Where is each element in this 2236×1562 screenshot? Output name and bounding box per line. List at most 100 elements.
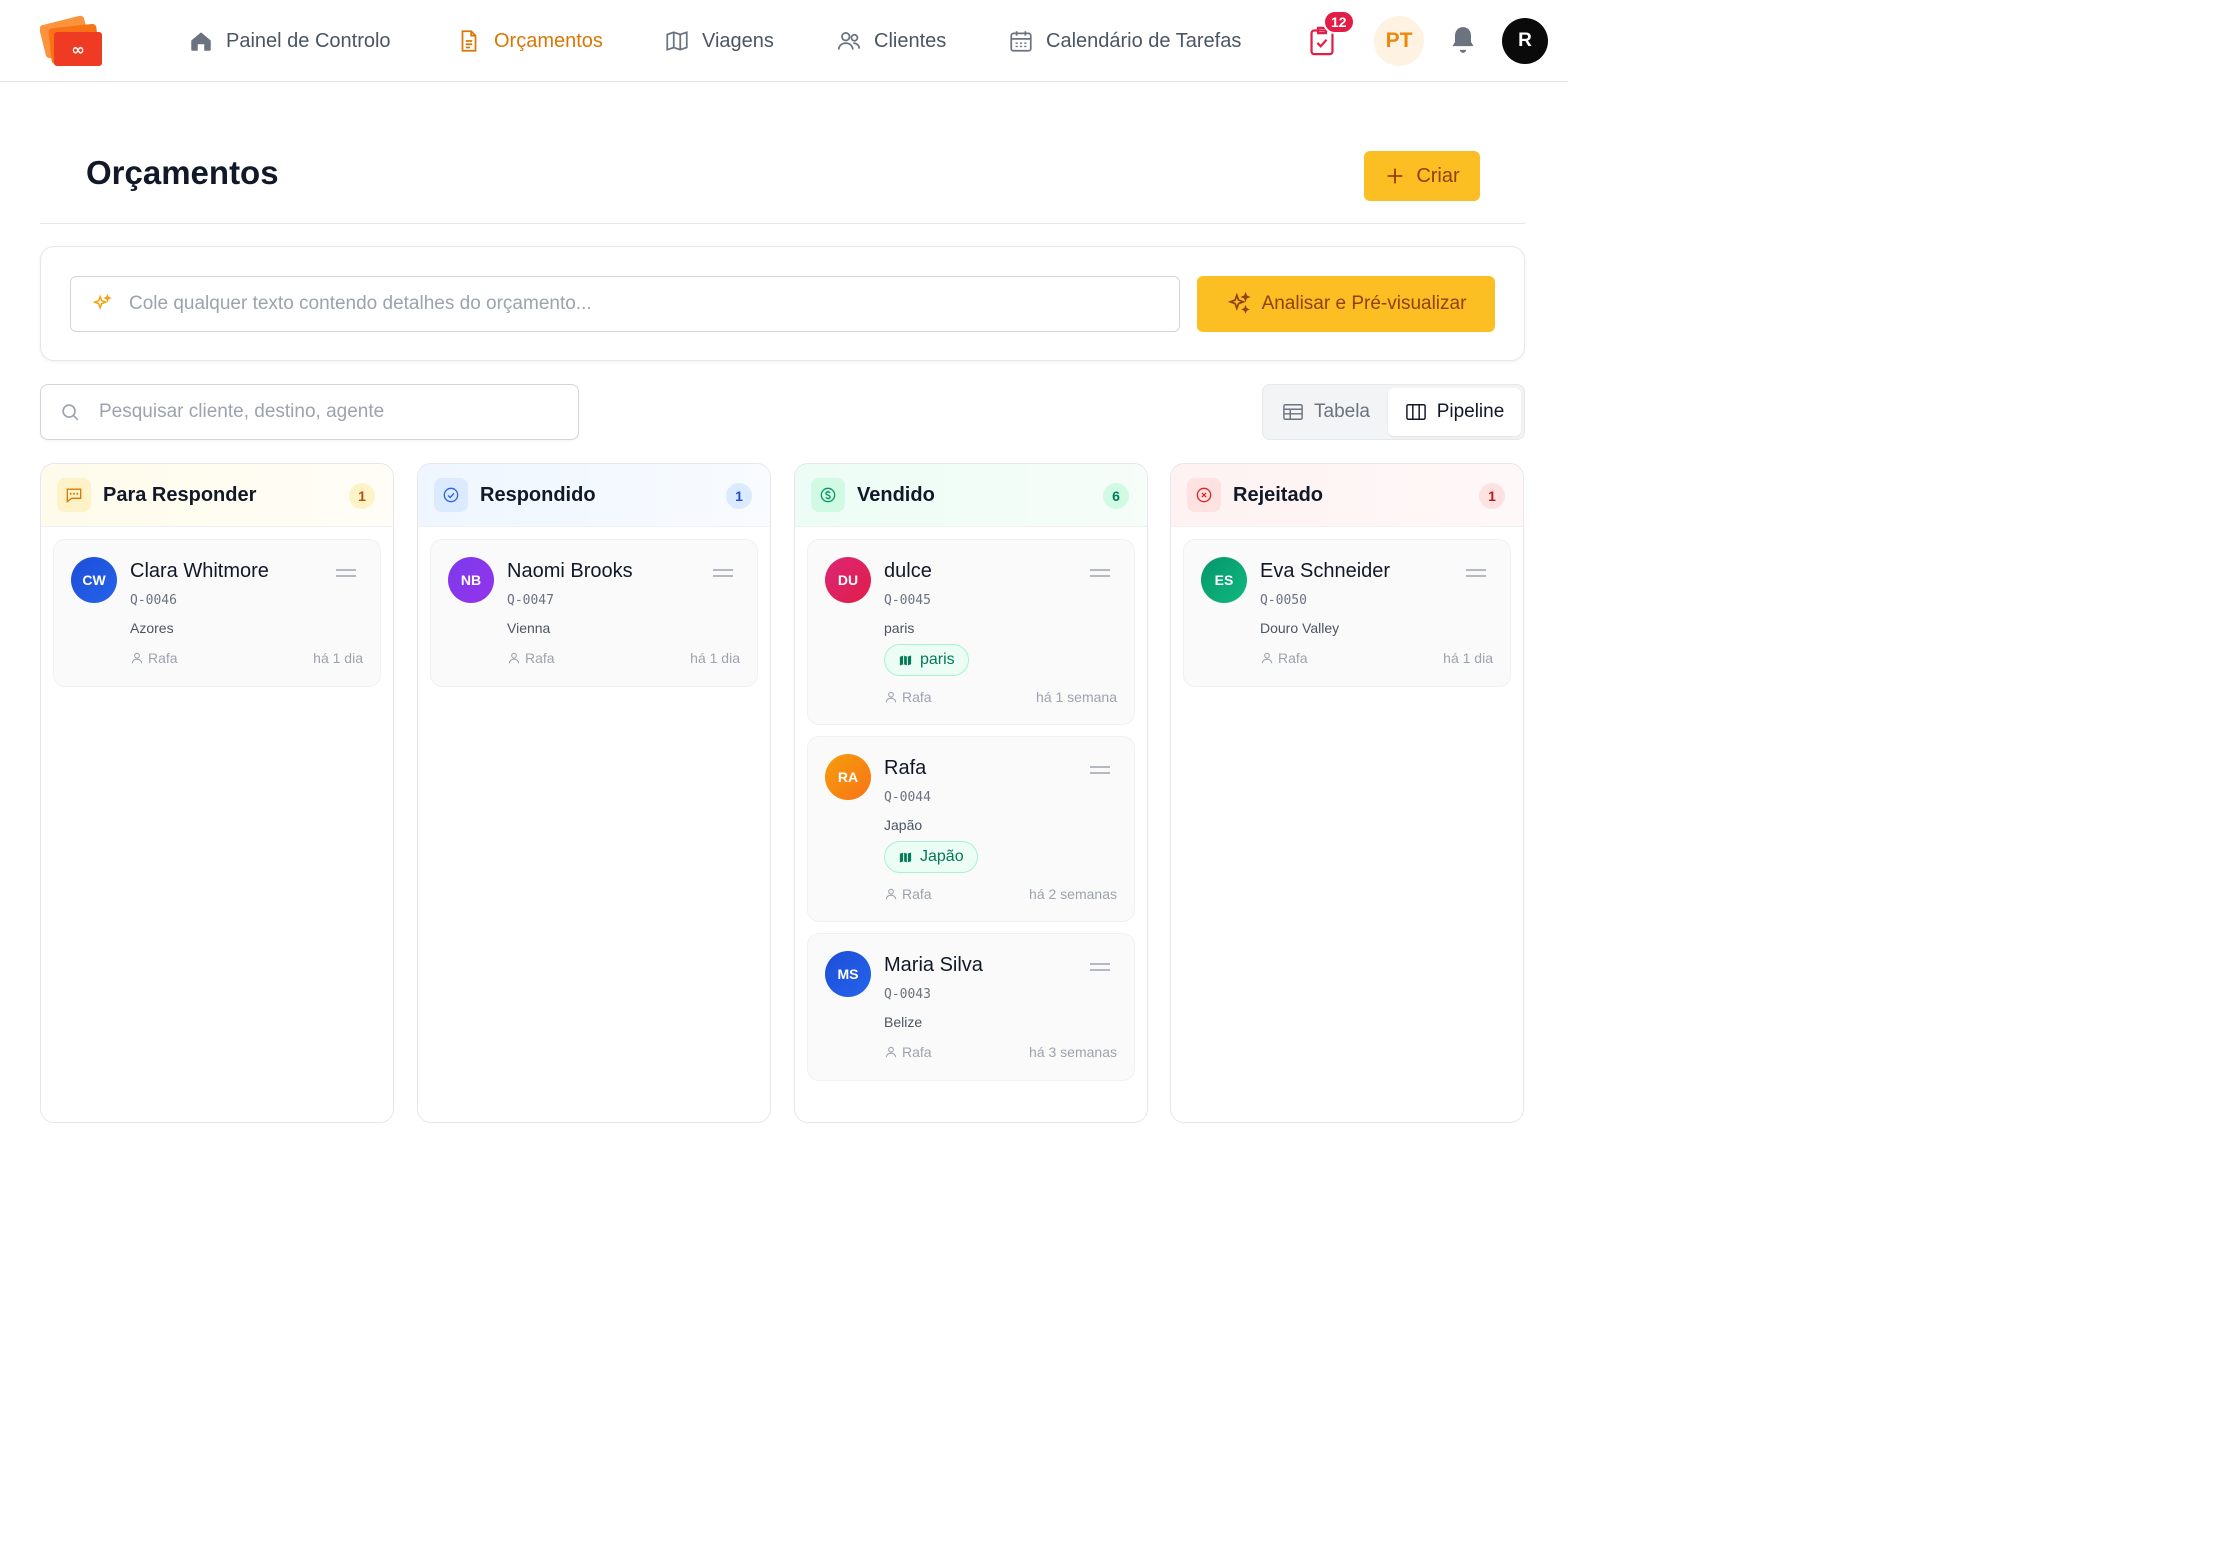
- view-table-label: Tabela: [1314, 401, 1370, 422]
- quote-id: Q-0045: [884, 593, 931, 608]
- column-header: Rejeitado 1: [1171, 464, 1523, 527]
- avatar: DU: [825, 557, 871, 603]
- user-icon: [131, 652, 143, 664]
- agent: Rafa: [884, 1044, 932, 1060]
- nav-trips[interactable]: Viagens: [664, 24, 774, 58]
- drag-handle-icon[interactable]: [1090, 765, 1110, 775]
- agent-name: Rafa: [902, 886, 932, 902]
- nav-dashboard[interactable]: Painel de Controlo: [188, 24, 391, 58]
- view-table-button[interactable]: Tabela: [1266, 388, 1386, 436]
- map-icon: [666, 31, 688, 51]
- pipeline-column-rejected: Rejeitado 1 ES Eva Schneider Q-0050 Dour…: [1170, 463, 1524, 1123]
- quote-id: Q-0047: [507, 593, 554, 608]
- analyze-preview-label: Analisar e Pré-visualizar: [1261, 293, 1467, 314]
- nav-dashboard-label: Painel de Controlo: [226, 29, 391, 52]
- table-icon: [1283, 404, 1303, 420]
- view-pipeline-label: Pipeline: [1436, 401, 1505, 422]
- nav-trips-label: Viagens: [702, 29, 774, 52]
- drag-handle-icon[interactable]: [713, 568, 733, 578]
- user-icon: [1261, 652, 1273, 664]
- destination: Japão: [884, 817, 923, 833]
- drag-handle-icon[interactable]: [336, 568, 356, 578]
- quote-card[interactable]: NB Naomi Brooks Q-0047 Vienna Rafa há 1 …: [430, 539, 758, 687]
- search-placeholder: Pesquisar cliente, destino, agente: [99, 401, 385, 422]
- avatar: CW: [71, 557, 117, 603]
- agent-name: Rafa: [902, 689, 932, 705]
- agent: Rafa: [130, 650, 178, 666]
- user-avatar[interactable]: R: [1502, 18, 1548, 64]
- tasks-count-badge: 12: [1323, 10, 1355, 34]
- column-count: 1: [726, 483, 752, 509]
- drag-handle-icon[interactable]: [1090, 568, 1110, 578]
- column-header: Respondido 1: [418, 464, 770, 527]
- relative-time: há 1 semana: [1036, 689, 1117, 705]
- top-navbar: ∞ Painel de Controlo Orçamentos Viagens …: [0, 0, 1568, 82]
- avatar: NB: [448, 557, 494, 603]
- calendar-icon: [1010, 31, 1032, 52]
- column-count: 6: [1103, 483, 1129, 509]
- quote-id: Q-0046: [130, 593, 177, 608]
- user-icon: [885, 691, 897, 703]
- agent-name: Rafa: [148, 650, 178, 666]
- column-title: Rejeitado: [1233, 483, 1324, 506]
- sparkles-icon: [92, 293, 112, 310]
- relative-time: há 1 dia: [690, 650, 740, 666]
- create-button-label: Criar: [1416, 164, 1460, 187]
- view-pipeline-button[interactable]: Pipeline: [1388, 388, 1521, 436]
- user-icon: [885, 1046, 897, 1058]
- search-icon: [62, 404, 79, 421]
- bell-icon: [1452, 27, 1474, 53]
- columns-icon: [1405, 404, 1426, 420]
- agent: Rafa: [884, 886, 932, 902]
- x-circle-icon: [1187, 478, 1221, 512]
- language-selector[interactable]: PT: [1374, 16, 1424, 66]
- agent-name: Rafa: [525, 650, 555, 666]
- agent-name: Rafa: [1278, 650, 1308, 666]
- quote-card[interactable]: ES Eva Schneider Q-0050 Douro Valley Raf…: [1183, 539, 1511, 687]
- destination: paris: [884, 620, 915, 636]
- check-circle-icon: [434, 478, 468, 512]
- quote-text-placeholder: Cole qualquer texto contendo detalhes do…: [129, 293, 592, 314]
- analyze-preview-button[interactable]: Analisar e Pré-visualizar: [1197, 276, 1495, 332]
- column-count: 1: [349, 483, 375, 509]
- client-name: Clara Whitmore: [130, 560, 269, 582]
- trip-tag-label: Japão: [920, 848, 964, 865]
- avatar: MS: [825, 951, 871, 997]
- quote-card[interactable]: RA Rafa Q-0044 Japão Japão Rafa há 2 sem…: [807, 736, 1135, 922]
- column-count: 1: [1479, 483, 1505, 509]
- quote-text-input[interactable]: Cole qualquer texto contendo detalhes do…: [70, 276, 1180, 332]
- dollar-icon: [811, 478, 845, 512]
- relative-time: há 1 dia: [313, 650, 363, 666]
- map-icon: [899, 852, 912, 862]
- client-name: Rafa: [884, 757, 927, 779]
- column-header: Vendido 6: [795, 464, 1147, 527]
- drag-handle-icon[interactable]: [1090, 962, 1110, 972]
- users-icon: [837, 32, 861, 50]
- nav-task-calendar[interactable]: Calendário de Tarefas: [1008, 24, 1241, 58]
- nav-quotes[interactable]: Orçamentos: [456, 24, 603, 58]
- notifications-button[interactable]: [1448, 24, 1478, 56]
- client-name: dulce: [884, 560, 932, 582]
- trip-tag[interactable]: Japão: [884, 841, 978, 873]
- document-icon: [461, 30, 477, 52]
- client-name: Eva Schneider: [1260, 560, 1391, 582]
- trip-tag[interactable]: paris: [884, 644, 969, 676]
- app-logo[interactable]: ∞: [39, 12, 104, 66]
- quote-card[interactable]: CW Clara Whitmore Q-0046 Azores Rafa há …: [53, 539, 381, 687]
- quote-card[interactable]: DU dulce Q-0045 paris paris Rafa há 1 se…: [807, 539, 1135, 725]
- column-title: Respondido: [480, 483, 596, 506]
- quote-card[interactable]: MS Maria Silva Q-0043 Belize Rafa há 3 s…: [807, 933, 1135, 1081]
- nav-clients[interactable]: Clientes: [836, 24, 946, 58]
- chat-icon: [57, 478, 91, 512]
- quote-id: Q-0043: [884, 987, 931, 1002]
- drag-handle-icon[interactable]: [1466, 568, 1486, 578]
- home-icon: [191, 32, 211, 51]
- avatar: RA: [825, 754, 871, 800]
- column-header: Para Responder 1: [41, 464, 393, 527]
- map-icon: [899, 655, 912, 665]
- sparkles-icon: [1227, 291, 1251, 314]
- header-divider: [40, 223, 1525, 224]
- plus-icon: [1387, 168, 1403, 184]
- search-input[interactable]: Pesquisar cliente, destino, agente: [40, 384, 579, 440]
- create-button[interactable]: Criar: [1364, 151, 1480, 201]
